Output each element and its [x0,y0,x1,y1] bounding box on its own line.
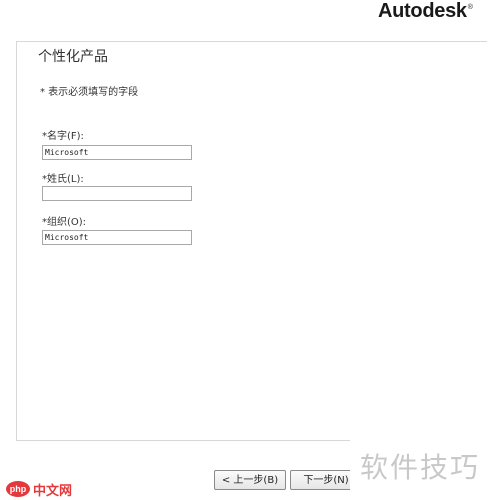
trademark-symbol: ® [467,4,473,12]
last-name-field[interactable] [42,186,192,201]
watermark-overlay: 软件技巧 [350,440,500,490]
organization-field[interactable]: Microsoft [42,230,192,245]
php-watermark-text: 中文网 [33,483,73,499]
first-name-label: *名字(F): [42,131,84,142]
organization-label: *组织(O): [42,217,87,228]
back-button[interactable]: < 上一步(B) [214,470,286,490]
php-watermark: php 中文网 [6,478,72,500]
watermark-text: 软件技巧 [360,451,481,484]
last-name-label: *姓氏(L): [42,174,84,185]
required-fields-note: * 表示必须填写的字段 [40,87,139,98]
logo-text: Autodesk [378,0,467,22]
php-logo-icon: php [6,481,30,497]
autodesk-logo: Autodesk® [378,0,473,23]
page-title: 个性化产品 [38,49,108,65]
first-name-field[interactable]: Microsoft [42,145,192,160]
